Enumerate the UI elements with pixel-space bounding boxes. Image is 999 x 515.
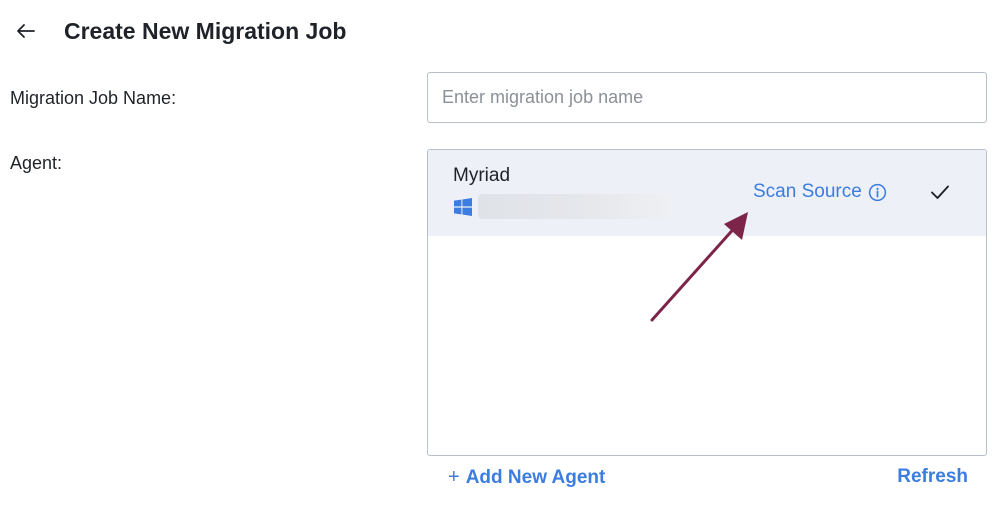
page-title: Create New Migration Job: [64, 18, 347, 44]
checkmark-icon: [931, 185, 949, 199]
agent-name: Myriad: [453, 165, 511, 186]
refresh-button[interactable]: Refresh: [897, 466, 968, 488]
plus-icon: +: [448, 466, 460, 488]
scan-source-label: Scan Source: [753, 181, 862, 202]
agent-list-item[interactable]: Myriad Scan Source: [428, 150, 986, 236]
job-name-input[interactable]: [427, 72, 987, 123]
job-name-label: Migration Job Name:: [10, 88, 177, 108]
add-new-agent-label: Add New Agent: [465, 467, 606, 488]
agent-label: Agent:: [10, 153, 63, 173]
info-circle-icon[interactable]: [868, 183, 887, 202]
windows-icon: [454, 198, 472, 216]
scan-source-link[interactable]: Scan Source: [753, 181, 887, 203]
agent-list: Myriad Scan Source: [427, 149, 987, 456]
arrow-left-icon: [17, 24, 35, 38]
add-new-agent-button[interactable]: + Add New Agent: [448, 466, 605, 489]
create-migration-job-page: Create New Migration Job Migration Job N…: [0, 0, 999, 515]
back-button[interactable]: [10, 14, 40, 48]
redacted-hostname: [478, 194, 672, 219]
